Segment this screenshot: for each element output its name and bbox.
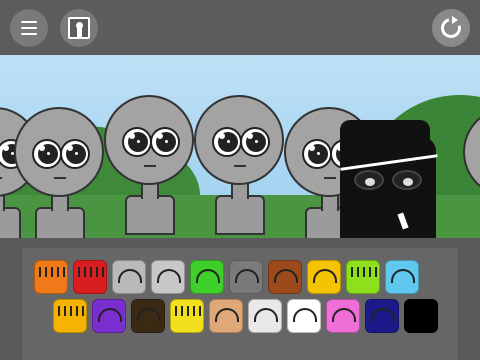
hamburger-icon-line xyxy=(21,27,37,29)
navy-helmet-icon[interactable] xyxy=(365,299,399,333)
dark-leaf-icon-shape xyxy=(137,308,161,322)
portrait-frame-icon xyxy=(68,17,90,39)
green-blob-icon[interactable] xyxy=(190,260,224,294)
dark-leaf-icon[interactable] xyxy=(131,299,165,333)
menu-button[interactable] xyxy=(10,9,48,47)
picture-button[interactable] xyxy=(60,9,98,47)
white-cat-ears-icon[interactable] xyxy=(287,299,321,333)
orange-crown-icon[interactable] xyxy=(34,260,68,294)
yellow-cap-icon[interactable] xyxy=(307,260,341,294)
portrait-body xyxy=(77,28,82,38)
sound-palette-panel xyxy=(0,238,480,360)
white-cat-ears-icon-shape xyxy=(293,308,317,322)
black-slot-icon[interactable] xyxy=(404,299,438,333)
tan-hair-icon-shape xyxy=(215,308,239,322)
yellow-cap-icon-shape xyxy=(313,269,337,283)
silver-hat-icon-shape xyxy=(118,269,142,283)
gold-crown-icon[interactable] xyxy=(53,299,87,333)
black-character-eye xyxy=(354,170,384,190)
green-blob-icon-shape xyxy=(196,269,220,283)
character-slot-4[interactable] xyxy=(189,55,289,235)
pink-bunny-ears-icon-shape xyxy=(332,308,356,322)
purple-horns-icon[interactable] xyxy=(92,299,126,333)
stage xyxy=(0,55,480,238)
reset-icon xyxy=(437,14,465,42)
reset-arrow-icon xyxy=(452,16,458,24)
hamburger-icon xyxy=(21,21,37,23)
brown-block-icon-shape xyxy=(274,269,298,283)
silver-hat-icon[interactable] xyxy=(112,260,146,294)
character-slot-6[interactable] xyxy=(340,55,450,238)
red-spiky-hair-icon[interactable] xyxy=(73,260,107,294)
yellow-electric-icon-shape xyxy=(175,306,201,316)
orange-crown-icon-shape xyxy=(39,267,65,277)
gray-horns-icon-shape xyxy=(235,269,259,283)
blue-cloud-icon[interactable] xyxy=(385,260,419,294)
propeller-cap-icon-shape xyxy=(254,308,278,322)
gray-horns-icon[interactable] xyxy=(229,260,263,294)
palette-row-2 xyxy=(53,299,438,333)
palette-row-1 xyxy=(34,260,419,294)
headphones-icon-shape xyxy=(157,269,181,283)
navy-helmet-icon-shape xyxy=(371,308,395,322)
hamburger-icon-line xyxy=(21,33,37,35)
lime-spikes-icon[interactable] xyxy=(346,260,380,294)
gold-crown-icon-shape xyxy=(58,306,84,316)
red-spiky-hair-icon-shape xyxy=(78,267,104,277)
top-bar xyxy=(0,0,480,55)
brown-block-icon[interactable] xyxy=(268,260,302,294)
character-slot-3[interactable] xyxy=(99,55,199,235)
tan-hair-icon[interactable] xyxy=(209,299,243,333)
purple-horns-icon-shape xyxy=(98,308,122,322)
pink-bunny-ears-icon[interactable] xyxy=(326,299,360,333)
character-slot-7[interactable] xyxy=(458,55,480,238)
blue-cloud-icon-shape xyxy=(391,269,415,283)
headphones-icon[interactable] xyxy=(151,260,185,294)
top-hat xyxy=(340,120,430,160)
propeller-cap-icon[interactable] xyxy=(248,299,282,333)
lime-spikes-icon-shape xyxy=(351,267,377,277)
yellow-electric-icon[interactable] xyxy=(170,299,204,333)
game-screen xyxy=(0,0,480,360)
character-slot-2[interactable] xyxy=(9,55,109,238)
reset-button[interactable] xyxy=(432,9,470,47)
black-character-eye xyxy=(392,170,422,190)
